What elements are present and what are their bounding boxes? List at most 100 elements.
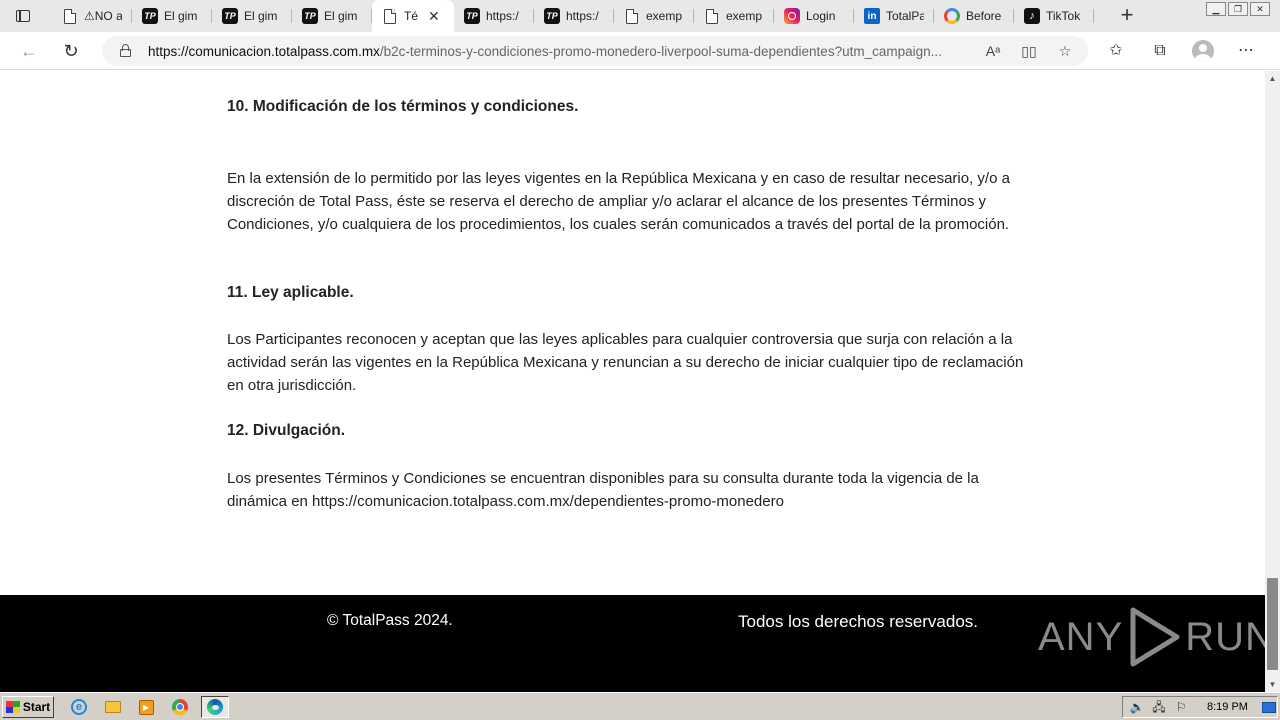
quicklaunch-chrome[interactable] (168, 696, 192, 718)
section-12-heading: 12. Divulgación. (227, 422, 346, 439)
start-button[interactable]: Start (2, 696, 54, 718)
document-icon (62, 8, 78, 24)
vertical-scrollbar[interactable]: ▲ ▼ (1265, 71, 1280, 692)
edge-icon (207, 699, 223, 715)
address-bar[interactable]: https://comunicacion.totalpass.com.mx/b2… (102, 36, 1088, 66)
close-window-icon[interactable]: ✕ (1250, 2, 1270, 16)
url-host: https://comunicacion.totalpass.com.mx (148, 44, 380, 59)
totalpass-icon: TP (302, 8, 318, 24)
quicklaunch-ie[interactable]: e (67, 696, 91, 718)
page-footer: © TotalPass 2024. Todos los derechos res… (0, 595, 1265, 692)
tab-10[interactable]: in TotalPa (854, 0, 934, 32)
system-tray: 🔈 🖧 ⚐ 8:19 PM (1122, 696, 1278, 718)
tab-title: exemp (646, 9, 683, 23)
linkedin-icon: in (864, 8, 880, 24)
google-icon (944, 8, 960, 24)
totalpass-icon: TP (222, 8, 238, 24)
tab-5[interactable]: TP https:/ (454, 0, 534, 32)
more-menu-icon[interactable]: ⋯ (1234, 40, 1258, 62)
action-center-flag-icon[interactable]: ⚐ (1173, 700, 1189, 714)
window-controls: ▁ ❐ ✕ (1206, 2, 1270, 16)
play-triangle-icon (1130, 607, 1180, 667)
lock-icon[interactable] (120, 44, 131, 57)
tab-title: Before (966, 9, 1002, 23)
media-player-icon: ▶ (138, 699, 154, 715)
windows-flag-icon (5, 701, 20, 713)
quicklaunch-media[interactable]: ▶ (134, 696, 158, 718)
tiktok-icon: ♪ (1024, 8, 1040, 24)
back-arrow-icon[interactable]: ← (18, 40, 40, 62)
volume-icon[interactable]: 🔈 (1129, 700, 1145, 714)
favorites-icon[interactable]: ✩ (1104, 40, 1128, 62)
watermark-right-text: RUN (1185, 614, 1265, 659)
profile-avatar-icon[interactable] (1192, 40, 1214, 62)
scroll-thumb[interactable] (1267, 578, 1278, 670)
minimize-icon[interactable]: ▁ (1206, 2, 1226, 16)
tab-title: exemp (726, 9, 763, 23)
scroll-down-arrow-icon[interactable]: ▼ (1265, 677, 1280, 692)
immersive-reader-icon[interactable]: ▯▯ (1018, 42, 1040, 60)
page-viewport: 10. Modificación de los términos y condi… (0, 71, 1265, 692)
refresh-icon[interactable]: ↻ (60, 40, 82, 62)
taskbar-edge-active[interactable] (201, 696, 229, 718)
address-bar-actions: Aᵃ ▯▯ ☆ (982, 42, 1076, 60)
document-icon (624, 8, 640, 24)
section-10-body: En la extensión de lo permitido por las … (227, 170, 1010, 233)
document-icon (382, 8, 398, 24)
taskbar-clock[interactable]: 8:19 PM (1207, 701, 1248, 713)
tab-2[interactable]: TP El gim (212, 0, 292, 32)
notification-icon[interactable] (1261, 701, 1276, 713)
section-10-heading: 10. Modificación de los términos y condi… (227, 98, 579, 115)
restore-icon[interactable]: ❐ (1228, 2, 1248, 16)
tab-strip: ⚠NO a TP El gim TP El gim TP El gim Té ✕… (0, 0, 1280, 32)
tab-1[interactable]: TP El gim (132, 0, 212, 32)
tab-title: El gim (324, 9, 358, 23)
footer-rights: Todos los derechos reservados. (738, 612, 979, 631)
footer-copyright: © TotalPass 2024. (327, 612, 453, 629)
tab-7[interactable]: exemp (614, 0, 694, 32)
totalpass-icon: TP (142, 8, 158, 24)
totalpass-icon: TP (544, 8, 560, 24)
section-11-heading: 11. Ley aplicable. (227, 284, 354, 301)
url-text[interactable]: https://comunicacion.totalpass.com.mx/b2… (148, 44, 974, 59)
tab-title: El gim (164, 9, 198, 23)
totalpass-icon: TP (464, 8, 480, 24)
watermark-left-text: ANY (1038, 614, 1124, 659)
network-icon[interactable]: 🖧 (1151, 700, 1167, 714)
start-label: Start (22, 700, 51, 714)
section-11-body: Los Participantes reconocen y aceptan qu… (227, 331, 1024, 394)
toolbar-right: ✩ ⧉ ⋯ (1104, 40, 1258, 62)
section-12-body: Los presentes Términos y Condiciones se … (227, 470, 979, 510)
collections-icon[interactable]: ⧉ (1148, 40, 1172, 62)
instagram-icon (784, 8, 800, 24)
windows-taskbar: Start e ▶ 🔈 🖧 ⚐ 8:19 PM (0, 692, 1280, 720)
quicklaunch-explorer[interactable] (101, 696, 125, 718)
tab-title: TikTok (1046, 9, 1081, 23)
tab-title: https:/ (486, 9, 519, 23)
url-path: /b2c-terminos-y-condiciones-promo-monede… (379, 44, 942, 59)
tab-title: https:/ (566, 9, 599, 23)
browser-toolbar: ← ↻ https://comunicacion.totalpass.com.m… (0, 32, 1280, 70)
tab-9[interactable]: Login (774, 0, 854, 32)
read-aloud-icon[interactable]: Aᵃ (982, 42, 1004, 60)
tab-11[interactable]: Before (934, 0, 1014, 32)
tab-title: TotalPa (886, 9, 924, 23)
close-tab-icon[interactable]: ✕ (428, 8, 440, 25)
chrome-icon (172, 699, 188, 715)
tab-3[interactable]: TP El gim (292, 0, 372, 32)
new-tab-plus-icon[interactable]: + (1116, 4, 1138, 26)
add-favorite-icon[interactable]: ☆ (1054, 42, 1076, 60)
tab-list: ⚠NO a TP El gim TP El gim TP El gim Té ✕… (52, 0, 1094, 32)
scroll-up-arrow-icon[interactable]: ▲ (1265, 71, 1280, 86)
document-icon (704, 8, 720, 24)
tab-0[interactable]: ⚠NO a (52, 0, 132, 32)
tab-8[interactable]: exemp (694, 0, 774, 32)
folder-icon (105, 701, 121, 713)
tab-12[interactable]: ♪ TikTok (1014, 0, 1094, 32)
tab-actions-icon[interactable] (12, 6, 34, 26)
tab-6[interactable]: TP https:/ (534, 0, 614, 32)
tab-title: Té (404, 9, 419, 23)
internet-explorer-icon: e (71, 699, 87, 715)
tab-title: ⚠NO a (84, 9, 122, 23)
tab-4-active[interactable]: Té ✕ (372, 0, 454, 32)
